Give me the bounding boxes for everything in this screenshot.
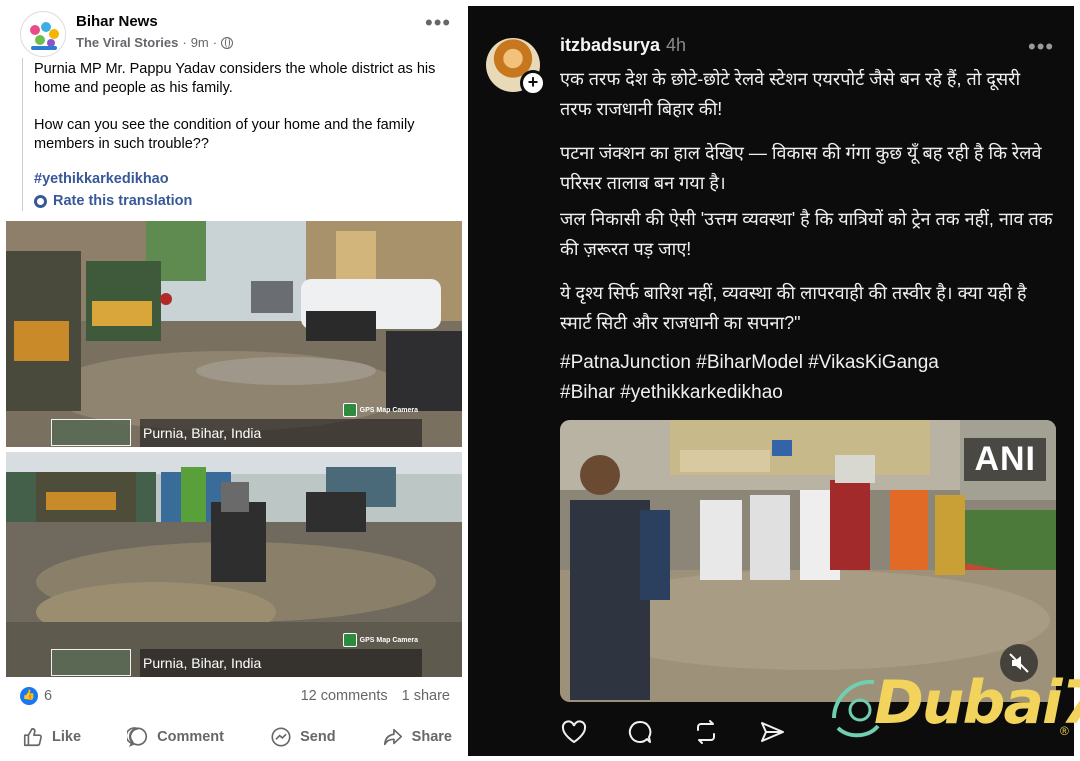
gps-stamp-label: GPS Map Camera xyxy=(359,406,418,414)
repost-button[interactable] xyxy=(692,718,720,750)
hashtags-row-1[interactable]: #PatnaJunction #BiharModel #VikasKiGanga xyxy=(560,348,1040,378)
threads-post: + itzbadsurya 4h ••• एक तरफ देश के छोटे-छ… xyxy=(468,6,1074,756)
gps-stamp-label-2: GPS Map Camera xyxy=(359,636,418,644)
comment-label: Comment xyxy=(157,729,224,745)
like-button[interactable]: Like xyxy=(22,724,81,750)
like-reaction-icon[interactable]: 👍 xyxy=(20,687,38,705)
post-hashtags: #PatnaJunction #BiharModel #VikasKiGanga… xyxy=(560,348,1040,408)
post-header: itzbadsurya 4h xyxy=(560,35,686,56)
gear-icon xyxy=(34,195,47,208)
heart-icon xyxy=(561,720,587,744)
more-options-button[interactable]: ••• xyxy=(425,10,451,36)
rate-translation-link[interactable]: Rate this translation xyxy=(34,192,462,211)
follow-plus-button[interactable]: + xyxy=(520,70,546,96)
group-name[interactable]: The Viral Stories xyxy=(76,35,178,50)
watermark-logo: Dubai7 ® xyxy=(826,668,1080,748)
post-body: एक तरफ देश के छोटे-छोटे रेलवे स्टेशन एयर… xyxy=(560,64,1056,352)
like-count[interactable]: 6 xyxy=(44,688,52,704)
comment-button[interactable]: Comment xyxy=(127,724,224,750)
gps-camera-icon xyxy=(342,403,357,417)
meta-separator-2: · xyxy=(212,35,218,50)
post-line-4: ये दृश्य सिर्फ बारिश नहीं, व्यवस्था की ल… xyxy=(560,283,1027,333)
share-icon xyxy=(383,728,402,746)
post-line-2: पटना जंक्शन का हाल देखिए — विकास की गंगा… xyxy=(560,143,1042,193)
post-photo-1[interactable]: GPS Map Camera Purnia, Bihar, India xyxy=(6,221,462,447)
globe-icon xyxy=(221,36,234,49)
post-line-3: जल निकासी की ऐसी 'उत्तम व्यवस्था' है कि … xyxy=(560,209,1053,259)
gps-camera-icon xyxy=(342,633,357,647)
meta-separator: · xyxy=(182,35,187,50)
reply-icon xyxy=(628,720,652,743)
send-label: Send xyxy=(300,729,336,745)
reply-button[interactable] xyxy=(626,718,654,750)
comment-count[interactable]: 12 comments xyxy=(301,688,388,704)
post-text: Purnia MP Mr. Pappu Yadav considers the … xyxy=(22,58,462,211)
hashtags-row-2[interactable]: #Bihar #yethikkarkedikhao xyxy=(560,378,1040,408)
share-button[interactable]: Share xyxy=(382,724,452,750)
page-avatar[interactable] xyxy=(20,11,66,57)
ani-badge: ANI xyxy=(964,438,1046,481)
like-button[interactable] xyxy=(560,718,588,750)
messenger-icon xyxy=(271,727,291,747)
comment-icon xyxy=(127,727,148,747)
facebook-post: Bihar News The Viral Stories · 9m · ••• … xyxy=(0,0,468,761)
thread-action-bar xyxy=(560,718,800,750)
watermark-registered: ® xyxy=(1060,724,1069,738)
like-label: Like xyxy=(52,729,82,745)
hashtag-link[interactable]: #yethikkarkedikhao xyxy=(34,170,462,189)
gps-stamp: GPS Map Camera xyxy=(342,403,418,417)
repost-icon xyxy=(697,720,715,744)
like-icon xyxy=(23,727,42,747)
post-paragraph-1: Purnia MP Mr. Pappu Yadav considers the … xyxy=(34,61,436,96)
post-action-bar: Like Comment Send Share xyxy=(22,724,452,750)
send-button[interactable] xyxy=(758,718,786,750)
post-time[interactable]: 9m xyxy=(191,35,209,50)
username[interactable]: itzbadsurya xyxy=(560,35,660,55)
reaction-stats: 👍 6 12 comments 1 share xyxy=(20,686,450,708)
gps-stamp-2: GPS Map Camera xyxy=(342,633,418,647)
post-photo-2[interactable]: GPS Map Camera Purnia, Bihar, India xyxy=(6,452,462,677)
photo-caption: Purnia, Bihar, India xyxy=(140,419,422,447)
send-icon xyxy=(761,722,784,742)
post-video[interactable]: ANI xyxy=(560,420,1056,702)
share-label: Share xyxy=(411,729,452,745)
post-paragraph-2: How can you see the condition of your ho… xyxy=(34,117,415,152)
post-time: 4h xyxy=(666,35,687,55)
map-thumbnail xyxy=(51,419,131,446)
share-count[interactable]: 1 share xyxy=(402,688,450,704)
map-thumbnail-2 xyxy=(51,649,131,676)
watermark-text: Dubai7 xyxy=(874,668,1080,738)
more-options-button[interactable]: ••• xyxy=(1028,34,1054,60)
post-meta: The Viral Stories · 9m · xyxy=(76,35,234,50)
rate-translation-label: Rate this translation xyxy=(53,193,193,209)
post-line-1: एक तरफ देश के छोटे-छोटे रेलवे स्टेशन एयर… xyxy=(560,69,1021,119)
page-name[interactable]: Bihar News xyxy=(76,13,158,30)
send-button[interactable]: Send xyxy=(270,724,336,750)
photo-caption-2: Purnia, Bihar, India xyxy=(140,649,422,677)
